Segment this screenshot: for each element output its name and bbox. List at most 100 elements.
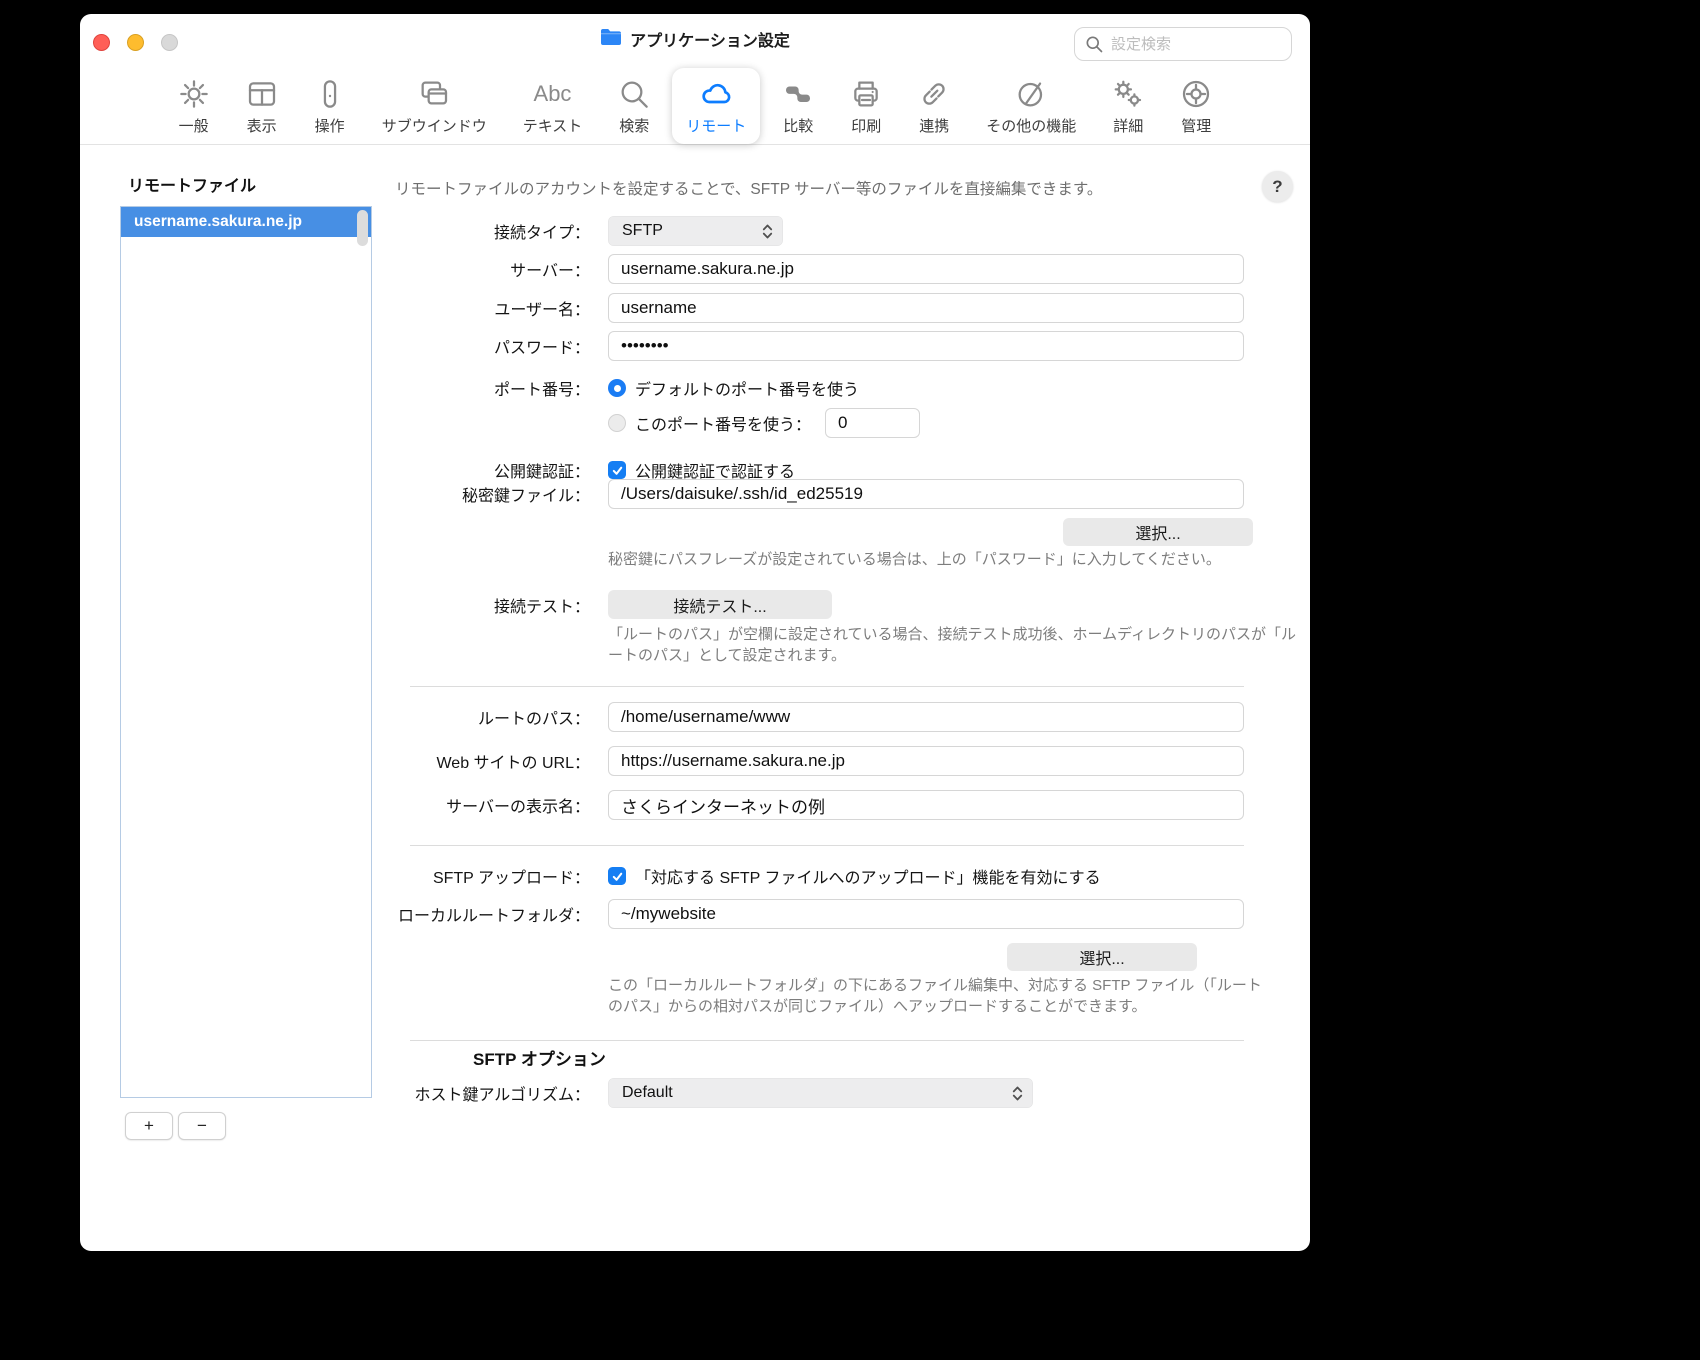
connection-test-button[interactable]: 接続テスト...: [608, 590, 832, 619]
row-connection-type: 接続タイプ： SFTP: [80, 216, 783, 246]
connection-type-popup[interactable]: SFTP: [608, 216, 783, 246]
field-label: サーバーの表示名：: [80, 793, 590, 817]
tab-other-features[interactable]: その他の機能: [972, 68, 1090, 144]
field-label: パスワード：: [80, 334, 590, 358]
popup-value: SFTP: [622, 222, 762, 240]
server-input[interactable]: [608, 254, 1244, 284]
tab-advanced[interactable]: 詳細: [1098, 68, 1158, 144]
choose-local-root-button[interactable]: 選択...: [1007, 943, 1197, 971]
tab-compare[interactable]: 比較: [768, 68, 828, 144]
tab-integration[interactable]: 連携: [904, 68, 964, 144]
row-port-custom: このポート番号を使う：: [80, 408, 920, 438]
custom-port-radio[interactable]: [608, 414, 626, 432]
field-label: ルートのパス：: [80, 705, 590, 729]
app-window: アプリケーション設定 一般: [80, 14, 1310, 1251]
tab-remote[interactable]: リモート: [672, 68, 760, 144]
popup-value: Default: [622, 1084, 1012, 1102]
radio-label[interactable]: デフォルトのポート番号を使う: [635, 376, 859, 400]
row-username: ユーザー名：: [80, 293, 1244, 323]
window-layout-icon: [246, 75, 278, 113]
window-title-text: アプリケーション設定: [630, 27, 790, 51]
sidebar-header: リモートファイル: [128, 172, 256, 196]
divider: [410, 845, 1244, 846]
tab-operation[interactable]: 操作: [300, 68, 360, 144]
radio-label[interactable]: このポート番号を使う：: [635, 411, 811, 435]
key-file-input[interactable]: [608, 479, 1244, 509]
username-input[interactable]: [608, 293, 1244, 323]
tab-general[interactable]: 一般: [164, 68, 224, 144]
tab-label: 印刷: [851, 115, 881, 136]
tab-label: その他の機能: [986, 115, 1076, 136]
row-server: サーバー：: [80, 254, 1244, 284]
tab-label: 比較: [783, 115, 813, 136]
compare-icon: [782, 75, 814, 113]
titlebar: アプリケーション設定: [80, 14, 1310, 64]
default-port-radio[interactable]: [608, 379, 626, 397]
field-label: 接続テスト：: [80, 593, 590, 617]
mouse-icon: [314, 75, 346, 113]
field-label: ローカルルートフォルダ：: [80, 902, 590, 926]
tab-print[interactable]: 印刷: [836, 68, 896, 144]
gear-icon: [178, 75, 210, 113]
link-icon: [918, 75, 950, 113]
root-path-input[interactable]: [608, 702, 1244, 732]
tab-subwindow[interactable]: サブウインドウ: [368, 68, 501, 144]
chevron-up-down-icon: [1012, 1085, 1023, 1102]
field-label: サーバー：: [80, 257, 590, 281]
tab-label: 詳細: [1113, 115, 1143, 136]
choose-key-file-button[interactable]: 選択...: [1063, 518, 1253, 546]
tab-view[interactable]: 表示: [232, 68, 292, 144]
tab-label: 表示: [247, 115, 277, 136]
checkbox-label[interactable]: 「対応する SFTP ファイルへのアップロード」機能を有効にする: [635, 864, 1101, 888]
check-icon: [611, 870, 624, 883]
tab-manage[interactable]: 管理: [1166, 68, 1226, 144]
divider: [410, 686, 1244, 687]
password-input[interactable]: [608, 331, 1244, 361]
row-key-file: 秘密鍵ファイル：: [80, 479, 1244, 509]
sub-windows-icon: [417, 75, 451, 113]
field-label: 接続タイプ：: [80, 219, 590, 243]
help-button[interactable]: ?: [1262, 171, 1293, 202]
tab-label: テキスト: [523, 115, 583, 136]
display-name-input[interactable]: [608, 790, 1244, 820]
preferences-toolbar: 一般 表示 操作: [80, 64, 1310, 145]
section-description: リモートファイルのアカウントを設定することで、SFTP サーバー等のファイルを直…: [395, 177, 1115, 199]
row-host-key: ホスト鍵アルゴリズム： Default: [80, 1078, 1033, 1108]
divider: [410, 1040, 1244, 1041]
field-label: ホスト鍵アルゴリズム：: [80, 1081, 590, 1105]
add-account-button[interactable]: +: [125, 1112, 173, 1140]
row-site-url: Web サイトの URL：: [80, 746, 1244, 776]
tab-search[interactable]: 検索: [604, 68, 664, 144]
remove-account-button[interactable]: −: [178, 1112, 226, 1140]
tab-label: 操作: [315, 115, 345, 136]
site-url-input[interactable]: [608, 746, 1244, 776]
row-port-default: ポート番号： デフォルトのポート番号を使う: [80, 376, 859, 400]
local-root-hint: この「ローカルルートフォルダ」の下にあるファイル編集中、対応する SFTP ファ…: [608, 976, 1268, 1017]
local-root-input[interactable]: [608, 899, 1244, 929]
row-local-root: ローカルルートフォルダ：: [80, 899, 1244, 929]
cloud-icon: [699, 75, 733, 113]
sftp-options-heading: SFTP オプション: [473, 1045, 606, 1070]
printer-icon: [850, 75, 882, 113]
field-label: SFTP アップロード：: [80, 864, 590, 888]
search-input[interactable]: [1074, 27, 1292, 61]
row-root-path: ルートのパス：: [80, 702, 1244, 732]
pubkey-auth-checkbox[interactable]: [608, 461, 626, 479]
gears-icon: [1112, 75, 1144, 113]
abc-text-icon: Abc: [534, 75, 572, 113]
connection-test-hint: 「ルートのパス」が空欄に設定されている場合、接続テスト成功後、ホームディレクトリ…: [608, 625, 1298, 666]
host-key-popup[interactable]: Default: [608, 1078, 1033, 1108]
field-label: 秘密鍵ファイル：: [80, 482, 590, 506]
check-icon: [611, 464, 624, 477]
list-edit-buttons: + −: [125, 1112, 226, 1140]
search-icon: [1084, 34, 1104, 54]
row-connection-test: 接続テスト： 接続テスト...: [80, 590, 832, 619]
field-label: Web サイトの URL：: [80, 749, 590, 773]
custom-port-input[interactable]: [825, 408, 920, 438]
tab-label: サブウインドウ: [382, 115, 487, 136]
settings-search: [1074, 27, 1292, 61]
row-sftp-upload: SFTP アップロード： 「対応する SFTP ファイルへのアップロード」機能を…: [80, 864, 1101, 888]
field-label: ユーザー名：: [80, 296, 590, 320]
sftp-upload-checkbox[interactable]: [608, 867, 626, 885]
tab-text[interactable]: Abc テキスト: [509, 68, 597, 144]
